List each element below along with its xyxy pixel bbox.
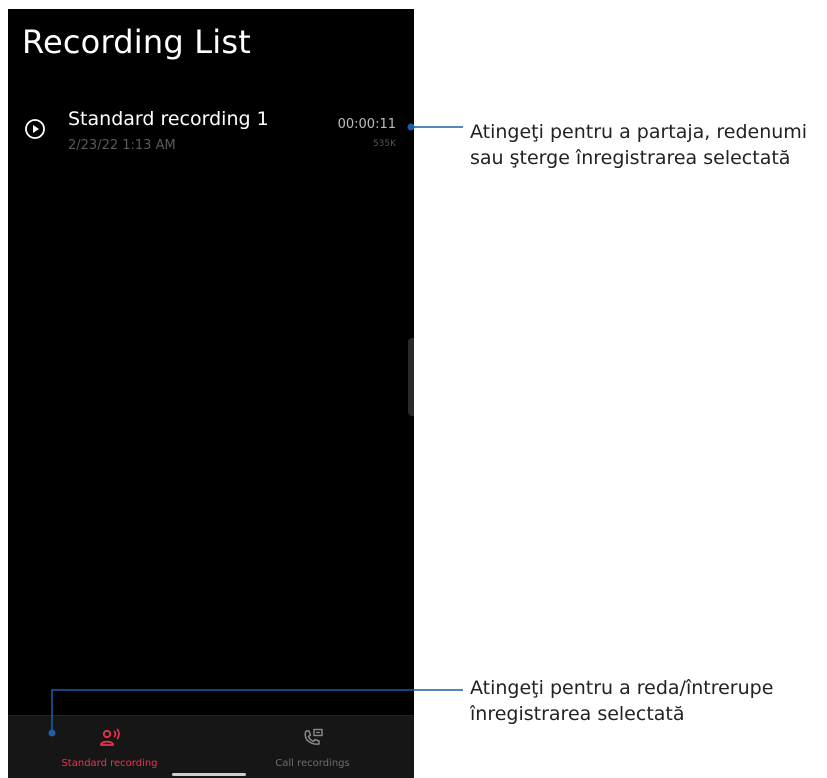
recording-duration: 00:00:11 [337,117,396,132]
phone-screen: Recording List Standard recording 1 2/23… [8,9,414,778]
page-title: Recording List [22,23,251,61]
home-indicator [172,773,246,776]
tab-label: Standard recording [61,758,158,769]
callout-share-rename-delete: Atingeţi pentru a partaja, redenumi sau … [470,119,807,171]
callout-line: sau şterge înregistrarea selectată [470,147,791,169]
callout-play-pause: Atingeţi pentru a reda/întrerupe înregis… [470,675,773,727]
recording-date: 2/23/22 1:13 AM [68,138,176,153]
callout-line: Atingeţi pentru a partaja, redenumi [470,121,808,143]
tab-standard-recording[interactable]: Standard recording [8,716,211,778]
phone-recording-icon [303,728,323,745]
tab-label: Call recordings [275,758,350,769]
voice-recording-icon [99,728,120,746]
bottom-nav: Standard recording Call recordings [8,715,414,778]
callout-line: înregistrarea selectată [470,703,685,725]
tab-call-recordings[interactable]: Call recordings [211,716,414,778]
play-icon[interactable] [24,118,46,140]
callout-line: Atingeţi pentru a reda/întrerupe [470,677,774,699]
recording-name: Standard recording 1 [68,108,269,130]
scroll-handle[interactable] [408,338,414,416]
recording-size: 535K [372,139,396,149]
